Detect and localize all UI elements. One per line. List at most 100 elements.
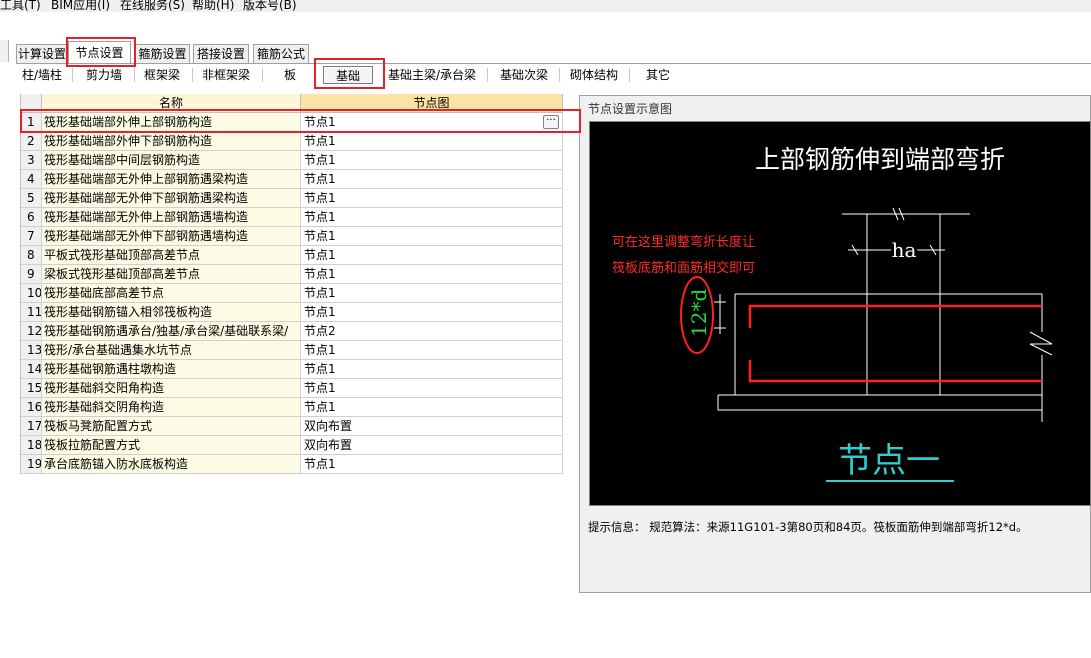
node-diagram-cell[interactable]: 节点1 bbox=[301, 132, 563, 150]
table-row[interactable]: 11 筏形基础钢筋锚入相邻筏板构造 节点1 bbox=[21, 303, 563, 322]
table-row[interactable]: 10 筏形基础底部高差节点 节点1 bbox=[21, 284, 563, 303]
table-row[interactable]: 14 筏形基础钢筋遇柱墩构造 节点1 bbox=[21, 360, 563, 379]
subtab-frame-beam[interactable]: 框架梁 bbox=[139, 66, 185, 84]
row-number: 2 bbox=[21, 132, 42, 150]
table-row[interactable]: 19 承台底筋锚入防水底板构造 节点1 bbox=[21, 455, 563, 474]
table-row[interactable]: 2 筏形基础端部外伸下部钢筋构造 节点1 bbox=[21, 132, 563, 151]
subtab-non-frame-beam[interactable]: 非框架梁 bbox=[198, 66, 254, 84]
node-diagram-cell[interactable]: 节点1 bbox=[301, 170, 563, 188]
node-name-cell[interactable]: 筏形基础端部无外伸下部钢筋遇梁构造 bbox=[42, 189, 301, 207]
table-row[interactable]: 18 筏板拉筋配置方式 双向布置 bbox=[21, 436, 563, 455]
tab-node-settings[interactable]: 节点设置 bbox=[68, 41, 131, 64]
subtab-other[interactable]: 其它 bbox=[641, 66, 675, 84]
table-row[interactable]: 13 筏形/承台基础遇集水坑节点 节点1 bbox=[21, 341, 563, 360]
table-row[interactable]: 9 梁板式筏形基础顶部高差节点 节点1 bbox=[21, 265, 563, 284]
node-diagram-cell[interactable]: 节点1 bbox=[301, 455, 563, 473]
node-diagram-cell[interactable]: 节点1 bbox=[301, 265, 563, 283]
node-name-cell[interactable]: 承台底筋锚入防水底板构造 bbox=[42, 455, 301, 473]
row-number: 16 bbox=[21, 398, 42, 416]
tab-calc-settings[interactable]: 计算设置 bbox=[16, 44, 68, 64]
table-row[interactable]: 1 筏形基础端部外伸上部钢筋构造 节点1 ··· bbox=[21, 113, 563, 132]
node-name-cell[interactable]: 筏形基础钢筋遇承台/独基/承台梁/基础联系梁/ bbox=[42, 322, 301, 340]
table-row[interactable]: 16 筏形基础斜交阴角构造 节点1 bbox=[21, 398, 563, 417]
node-diagram-cell[interactable]: 节点1 bbox=[301, 341, 563, 359]
node-value: 节点1 bbox=[304, 362, 336, 376]
table-row[interactable]: 8 平板式筏形基础顶部高差节点 节点1 bbox=[21, 246, 563, 265]
node-value: 节点1 bbox=[304, 400, 336, 414]
table-row[interactable]: 5 筏形基础端部无外伸下部钢筋遇梁构造 节点1 bbox=[21, 189, 563, 208]
node-diagram-panel: 节点设置示意图 上部钢筋伸到端部弯折 可在这里调整弯折长度让 筏板底筋和面筋相交… bbox=[579, 95, 1091, 593]
node-diagram-cell[interactable]: 节点1 bbox=[301, 398, 563, 416]
node-name-cell[interactable]: 筏形基础斜交阳角构造 bbox=[42, 379, 301, 397]
menu-bar: 工具(T) BIM应用(I) 在线服务(S) 帮助(H) 版本号(B) bbox=[0, 0, 1091, 12]
node-name-cell[interactable]: 筏形/承台基础遇集水坑节点 bbox=[42, 341, 301, 359]
node-name-cell[interactable]: 筏形基础端部无外伸上部钢筋遇梁构造 bbox=[42, 170, 301, 188]
node-name-cell[interactable]: 筏形基础斜交阴角构造 bbox=[42, 398, 301, 416]
node-name-cell[interactable]: 筏形基础端部无外伸下部钢筋遇墙构造 bbox=[42, 227, 301, 245]
table-row[interactable]: 6 筏形基础端部无外伸上部钢筋遇墙构造 节点1 bbox=[21, 208, 563, 227]
node-diagram-cell[interactable]: 节点2 bbox=[301, 322, 563, 340]
diagram-annotation-line1: 可在这里调整弯折长度让 bbox=[612, 234, 755, 250]
node-name-cell[interactable]: 筏板拉筋配置方式 bbox=[42, 436, 301, 454]
node-value: 节点1 bbox=[304, 115, 336, 129]
node-value: 节点1 bbox=[304, 210, 336, 224]
node-diagram-cell[interactable]: 节点1 bbox=[301, 189, 563, 207]
table-row[interactable]: 12 筏形基础钢筋遇承台/独基/承台梁/基础联系梁/节点2 bbox=[21, 322, 563, 341]
menu-item[interactable]: BIM应用(I) bbox=[51, 0, 110, 12]
row-number: 9 bbox=[21, 265, 42, 283]
table-row[interactable]: 7 筏形基础端部无外伸下部钢筋遇墙构造 节点1 bbox=[21, 227, 563, 246]
node-name-cell[interactable]: 筏形基础端部外伸下部钢筋构造 bbox=[42, 132, 301, 150]
subtab-foundation-secondary-beam[interactable]: 基础次梁 bbox=[495, 66, 553, 84]
subtab-column-wall-column[interactable]: 柱/墙柱 bbox=[18, 66, 66, 84]
menu-item[interactable]: 在线服务(S) bbox=[120, 0, 185, 12]
tab-stirrup-formula[interactable]: 箍筋公式 bbox=[253, 44, 309, 64]
node-value: 节点1 bbox=[304, 381, 336, 395]
ellipsis-button[interactable]: ··· bbox=[543, 115, 559, 129]
node-name-cell[interactable]: 筏形基础钢筋遇柱墩构造 bbox=[42, 360, 301, 378]
node-name-cell[interactable]: 梁板式筏形基础顶部高差节点 bbox=[42, 265, 301, 283]
row-number: 4 bbox=[21, 170, 42, 188]
node-diagram-cell[interactable]: 节点1 bbox=[301, 379, 563, 397]
table-row[interactable]: 15 筏形基础斜交阳角构造 节点1 bbox=[21, 379, 563, 398]
table-row[interactable]: 17 筏板马凳筋配置方式 双向布置 bbox=[21, 417, 563, 436]
node-diagram-cell[interactable]: 双向布置 bbox=[301, 417, 563, 435]
header-node-diagram[interactable]: 节点图 bbox=[301, 94, 563, 112]
node-diagram-cell[interactable]: 节点1 bbox=[301, 360, 563, 378]
subtab-separator bbox=[559, 68, 560, 82]
node-diagram-cell[interactable]: 节点1 ··· bbox=[301, 113, 563, 131]
menu-item[interactable]: 帮助(H) bbox=[192, 0, 234, 12]
node-name-cell[interactable]: 平板式筏形基础顶部高差节点 bbox=[42, 246, 301, 264]
menu-item[interactable]: 版本号(B) bbox=[243, 0, 297, 12]
node-diagram-cell[interactable]: 双向布置 bbox=[301, 436, 563, 454]
table-header: 名称 节点图 bbox=[21, 94, 563, 113]
subtab-foundation[interactable]: 基础 bbox=[323, 66, 373, 84]
subtab-separator bbox=[629, 68, 630, 82]
subtab-foundation-main-beam[interactable]: 基础主梁/承台梁 bbox=[384, 66, 480, 84]
table-row[interactable]: 4 筏形基础端部无外伸上部钢筋遇梁构造 节点1 bbox=[21, 170, 563, 189]
node-diagram-cell[interactable]: 节点1 bbox=[301, 208, 563, 226]
subtab-masonry[interactable]: 砌体结构 bbox=[567, 66, 621, 84]
node-name-cell[interactable]: 筏形基础端部中间层钢筋构造 bbox=[42, 151, 301, 169]
node-name-cell[interactable]: 筏板马凳筋配置方式 bbox=[42, 417, 301, 435]
node-diagram-cell[interactable]: 节点1 bbox=[301, 227, 563, 245]
node-name-cell[interactable]: 筏形基础端部外伸上部钢筋构造 bbox=[42, 113, 301, 131]
node-name-cell[interactable]: 筏形基础端部无外伸上部钢筋遇墙构造 bbox=[42, 208, 301, 226]
node-name-cell[interactable]: 筏形基础钢筋锚入相邻筏板构造 bbox=[42, 303, 301, 321]
row-number: 1 bbox=[21, 113, 42, 131]
tab-stirrup-settings[interactable]: 箍筋设置 bbox=[135, 44, 190, 64]
row-number: 7 bbox=[21, 227, 42, 245]
menu-item[interactable]: 工具(T) bbox=[0, 0, 41, 12]
row-number: 11 bbox=[21, 303, 42, 321]
subtab-shear-wall[interactable]: 剪力墙 bbox=[80, 66, 128, 84]
node-diagram-cell[interactable]: 节点1 bbox=[301, 151, 563, 169]
node-diagram-cell[interactable]: 节点1 bbox=[301, 284, 563, 302]
node-diagram-cell[interactable]: 节点1 bbox=[301, 303, 563, 321]
tab-lap-settings[interactable]: 搭接设置 bbox=[193, 44, 249, 64]
header-name[interactable]: 名称 bbox=[42, 94, 301, 112]
node-diagram-cell[interactable]: 节点1 bbox=[301, 246, 563, 264]
table-row[interactable]: 3 筏形基础端部中间层钢筋构造 节点1 bbox=[21, 151, 563, 170]
node-name-cell[interactable]: 筏形基础底部高差节点 bbox=[42, 284, 301, 302]
row-number: 17 bbox=[21, 417, 42, 435]
subtab-slab[interactable]: 板 bbox=[278, 66, 302, 84]
subtab-separator bbox=[487, 68, 488, 82]
